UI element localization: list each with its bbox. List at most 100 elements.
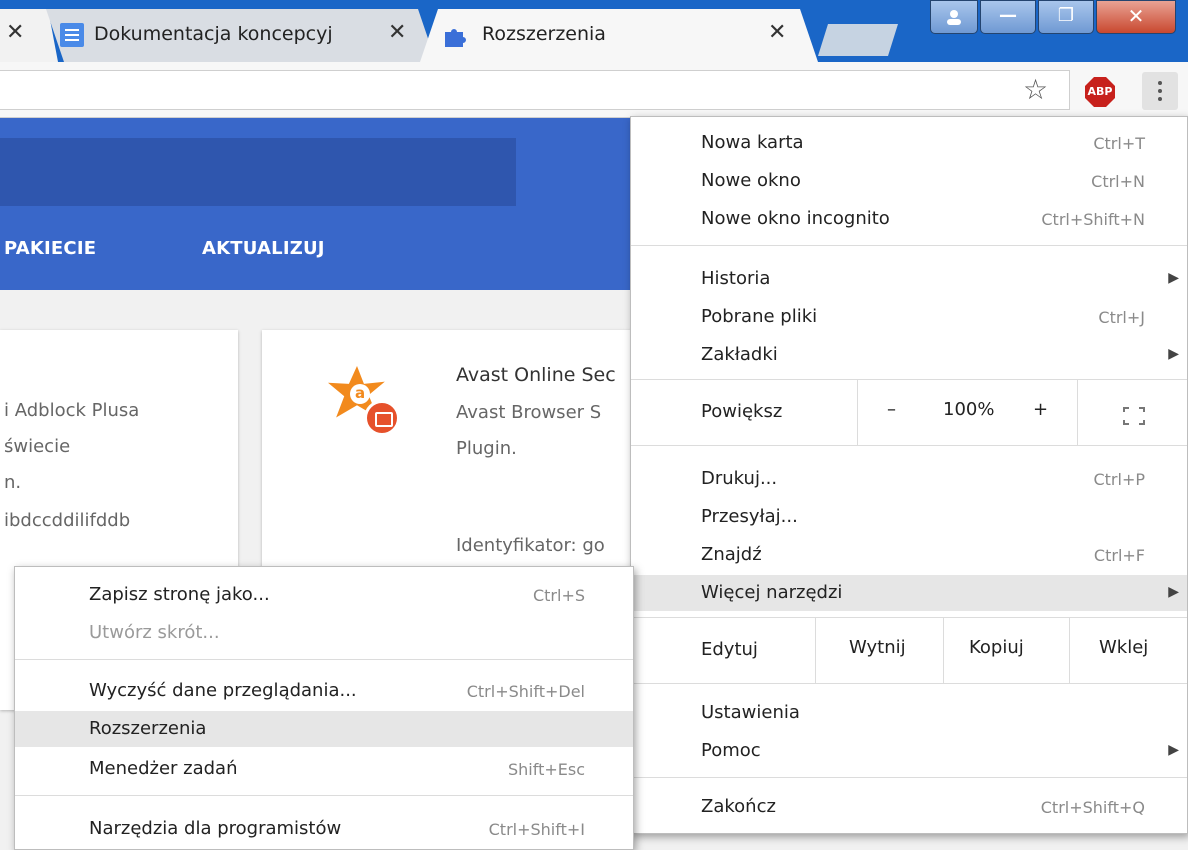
menu-cell-divider	[857, 379, 858, 445]
menu-item-label: Rozszerzenia	[89, 718, 207, 739]
menu-item-label: Historia	[701, 268, 771, 289]
edit-label: Edytuj	[701, 639, 758, 660]
menu-item-new-tab[interactable]: Nowa karta Ctrl+T	[631, 125, 1187, 161]
card-description: i Adblock Plusa	[4, 400, 140, 421]
tab-close-icon[interactable]: ✕	[768, 20, 786, 45]
zoom-in-button[interactable]: +	[1033, 399, 1048, 420]
menu-item-label: Utwórz skrót...	[89, 622, 220, 643]
card-title: Avast Online Sec	[456, 364, 616, 386]
user-icon[interactable]	[930, 0, 978, 34]
copy-button[interactable]: Kopiuj	[969, 637, 1024, 658]
menu-row-zoom: Powiększ – 100% +	[631, 381, 1187, 443]
browser-toolbar: ☆ ABP	[0, 62, 1188, 118]
menu-item-help[interactable]: Pomoc ▶	[631, 733, 1187, 769]
menu-item-task-manager[interactable]: Menedżer zadań Shift+Esc	[15, 751, 633, 787]
card-id: Identyfikator: go	[456, 535, 605, 556]
submenu-arrow-icon: ▶	[1168, 584, 1179, 600]
card-description: n.	[4, 472, 22, 493]
nav-link-update[interactable]: AKTUALIZUJ	[202, 238, 325, 259]
menu-item-save-page[interactable]: Zapisz stronę jako... Ctrl+S	[15, 577, 633, 613]
menu-separator	[631, 245, 1187, 246]
menu-item-more-tools[interactable]: Więcej narzędzi ▶	[631, 575, 1187, 611]
menu-cell-divider	[1077, 379, 1078, 445]
menu-item-clear-browsing-data[interactable]: Wyczyść dane przeglądania... Ctrl+Shift+…	[15, 673, 633, 709]
menu-item-shortcut: Ctrl+Shift+N	[1041, 210, 1145, 229]
more-tools-submenu: Zapisz stronę jako... Ctrl+S Utwórz skró…	[14, 566, 634, 850]
fullscreen-icon[interactable]	[1122, 406, 1146, 426]
menu-item-label: Pobrane pliki	[701, 306, 818, 327]
submenu-arrow-icon: ▶	[1168, 270, 1179, 286]
menu-item-label: Nowa karta	[701, 132, 804, 153]
menu-separator	[631, 617, 1187, 618]
menu-cell-divider	[815, 617, 816, 683]
minimize-button[interactable]: —	[980, 0, 1036, 34]
menu-item-label: Nowe okno	[701, 170, 801, 191]
tab-title: Dokumentacja koncepcyj	[94, 23, 333, 45]
close-window-button[interactable]: ✕	[1096, 0, 1176, 34]
menu-item-shortcut: Ctrl+N	[1091, 172, 1145, 191]
tab-title: Rozszerzenia	[482, 23, 606, 45]
menu-item-create-shortcut: Utwórz skrót...	[15, 615, 633, 651]
document-icon	[60, 23, 84, 47]
tab-documentation[interactable]: Dokumentacja koncepcyj ✕	[46, 9, 436, 62]
card-description: Avast Browser S	[456, 402, 602, 423]
menu-item-downloads[interactable]: Pobrane pliki Ctrl+J	[631, 299, 1187, 335]
tab-close-icon[interactable]: ✕	[6, 20, 24, 45]
menu-item-extensions[interactable]: Rozszerzenia	[15, 711, 633, 747]
menu-item-settings[interactable]: Ustawienia	[631, 695, 1187, 731]
tab-strip: ✕ Dokumentacja koncepcyj ✕ Rozszerzenia …	[0, 0, 1188, 62]
menu-item-label: Pomoc	[701, 740, 761, 761]
menu-item-history[interactable]: Historia ▶	[631, 261, 1187, 297]
menu-item-label: Nowe okno incognito	[701, 208, 890, 229]
menu-separator	[15, 659, 633, 660]
menu-item-shortcut: Ctrl+T	[1093, 134, 1145, 153]
card-id: ibdccddilifddb	[4, 510, 131, 531]
menu-item-shortcut: Ctrl+Shift+I	[488, 820, 585, 839]
menu-item-cast[interactable]: Przesyłaj...	[631, 499, 1187, 535]
zoom-out-button[interactable]: –	[887, 399, 896, 420]
menu-item-find[interactable]: Znajdź Ctrl+F	[631, 537, 1187, 573]
card-description: Plugin.	[456, 438, 517, 459]
menu-item-new-window[interactable]: Nowe okno Ctrl+N	[631, 163, 1187, 199]
paste-button[interactable]: Wklej	[1099, 637, 1148, 658]
new-tab-button[interactable]	[818, 24, 898, 56]
menu-item-print[interactable]: Drukuj... Ctrl+P	[631, 461, 1187, 497]
maximize-button[interactable]: ❐	[1038, 0, 1094, 34]
menu-separator	[15, 795, 633, 796]
avast-logo-icon: a	[326, 366, 406, 436]
menu-item-shortcut: Shift+Esc	[507, 760, 585, 779]
menu-item-label: Zakładki	[701, 344, 778, 365]
menu-row-edit: Edytuj Wytnij Kopiuj Wklej	[631, 619, 1187, 681]
address-bar[interactable]	[0, 70, 1070, 110]
tab-extensions[interactable]: Rozszerzenia ✕	[420, 9, 818, 62]
nav-link-packages[interactable]: PAKIECIE	[4, 238, 96, 259]
menu-separator	[631, 683, 1187, 684]
menu-item-incognito[interactable]: Nowe okno incognito Ctrl+Shift+N	[631, 201, 1187, 237]
chrome-main-menu: Nowa karta Ctrl+T Nowe okno Ctrl+N Nowe …	[630, 116, 1188, 834]
menu-item-shortcut: Ctrl+Shift+Q	[1040, 798, 1145, 817]
menu-item-shortcut: Ctrl+P	[1093, 470, 1145, 489]
menu-cell-divider	[943, 617, 944, 683]
submenu-arrow-icon: ▶	[1168, 346, 1179, 362]
adblock-plus-icon[interactable]: ABP	[1085, 77, 1115, 107]
zoom-label: Powiększ	[701, 401, 783, 422]
menu-item-shortcut: Ctrl+Shift+Del	[466, 682, 585, 701]
menu-button[interactable]	[1142, 72, 1178, 110]
menu-item-label: Znajdź	[701, 544, 762, 565]
menu-item-label: Więcej narzędzi	[701, 582, 843, 603]
tab-close-icon[interactable]: ✕	[388, 20, 406, 45]
menu-item-label: Narzędzia dla programistów	[89, 818, 342, 839]
menu-item-bookmarks[interactable]: Zakładki ▶	[631, 337, 1187, 373]
menu-item-developer-tools[interactable]: Narzędzia dla programistów Ctrl+Shift+I	[15, 811, 633, 847]
bookmark-star-icon[interactable]: ☆	[1023, 76, 1048, 104]
menu-item-exit[interactable]: Zakończ Ctrl+Shift+Q	[631, 789, 1187, 825]
header-search-bar[interactable]	[0, 138, 516, 206]
cut-button[interactable]: Wytnij	[849, 637, 906, 658]
menu-separator	[631, 777, 1187, 778]
menu-item-label: Przesyłaj...	[701, 506, 798, 527]
menu-item-label: Ustawienia	[701, 702, 800, 723]
menu-cell-divider	[1069, 617, 1070, 683]
page-header: PAKIECIE AKTUALIZUJ	[0, 118, 640, 290]
menu-item-shortcut: Ctrl+F	[1093, 546, 1145, 565]
submenu-arrow-icon: ▶	[1168, 742, 1179, 758]
